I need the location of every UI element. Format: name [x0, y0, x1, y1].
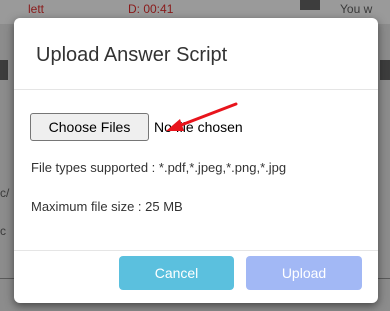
choose-files-button[interactable]: Choose Files	[30, 113, 149, 141]
max-file-size-text: Maximum file size : 25 MB	[31, 199, 183, 214]
annotation-arrow-icon	[166, 102, 238, 131]
dialog-title: Upload Answer Script	[36, 44, 228, 66]
dialog-body: Choose Files No file chosen File types s…	[14, 90, 378, 250]
background-block	[0, 60, 8, 80]
upload-button[interactable]: Upload	[246, 256, 362, 290]
background-divider	[376, 278, 390, 279]
background-text: c/	[0, 186, 10, 200]
cancel-button[interactable]: Cancel	[119, 256, 234, 290]
dialog-footer: Cancel Upload	[14, 250, 378, 304]
background-text: You w	[340, 2, 373, 16]
dialog-header: Upload Answer Script	[14, 18, 378, 90]
background-timer-text: D: 00:41	[128, 2, 174, 16]
file-types-text: File types supported : *.pdf,*.jpeg,*.pn…	[31, 160, 287, 175]
background-block	[380, 60, 390, 80]
background-block	[300, 0, 320, 10]
upload-answer-script-dialog: Upload Answer Script Choose Files No fil…	[14, 18, 378, 303]
background-text: c	[0, 224, 6, 238]
background-text: lett	[28, 2, 45, 16]
